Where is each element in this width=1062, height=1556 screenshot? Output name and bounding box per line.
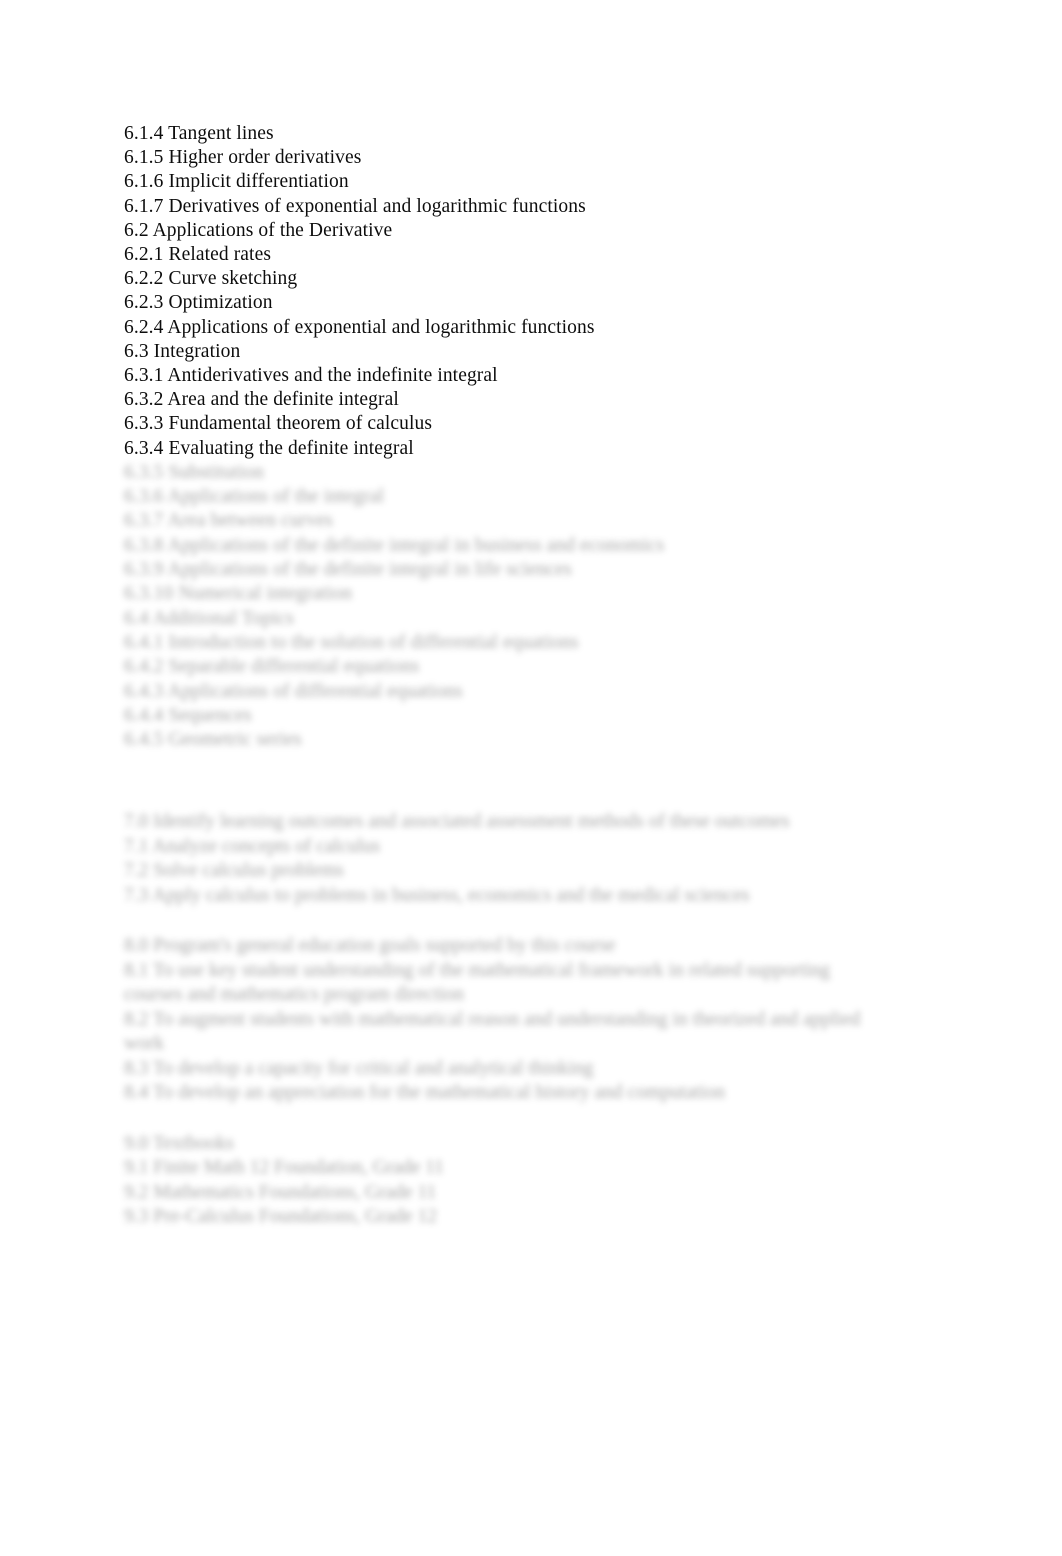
goals-line: 8.1 To use key student understanding of … (124, 959, 831, 1006)
goals-line: 8.2 To augment students with mathematica… (124, 1008, 861, 1055)
outline-line-blurred: 6.3.9 Applications of the definite integ… (124, 559, 572, 581)
outline-line-blurred: 6.4.4 Sequences (124, 704, 252, 726)
outline-line: 6.3.2 Area and the definite integral (124, 389, 399, 411)
outline-line: 6.2 Applications of the Derivative (124, 219, 393, 241)
outline-line: 6.2.1 Related rates (124, 244, 272, 266)
outline-line-blurred: 6.3.7 Area between curves (124, 510, 333, 532)
textbook-line: 9.1 Finite Math 12 Foundation, Grade 11 (124, 1157, 444, 1179)
outline-line-blurred: 6.3.6 Applications of the integral (124, 486, 385, 508)
outline-line-blurred: 6.4.1 Introduction to the solution of di… (124, 631, 579, 653)
outline-line-blurred: 6.3.5 Substitution (124, 461, 264, 483)
outline-line: 6.2.4 Applications of exponential and lo… (124, 316, 595, 338)
outcomes-line: 7.3 Apply calculus to problems in busine… (124, 884, 750, 906)
outline-line-blurred: 6.4.3 Applications of differential equat… (124, 680, 463, 702)
goals-line: 8.0 Program's general education goals su… (124, 935, 616, 957)
outline-line: 6.3.4 Evaluating the definite integral (124, 437, 414, 459)
textbooks-block: 9.0 Textbooks 9.1 Finite Math 12 Foundat… (124, 1132, 884, 1230)
general-education-goals-block: 8.0 Program's general education goals su… (124, 934, 884, 1106)
learning-outcomes-block: 7.0 Identify learning outcomes and assoc… (124, 810, 884, 908)
course-outline-sharp: 6.1.4 Tangent lines 6.1.5 Higher order d… (124, 122, 924, 461)
textbook-line: 9.3 Pre-Calculus Foundations, Grade 12 (124, 1206, 438, 1228)
outline-line-blurred: 6.3.8 Applications of the definite integ… (124, 534, 665, 556)
outline-line: 6.3 Integration (124, 340, 241, 362)
outline-line: 6.1.6 Implicit differentiation (124, 171, 349, 193)
outcomes-line: 7.0 Identify learning outcomes and assoc… (124, 811, 790, 833)
outline-line: 6.2.3 Optimization (124, 292, 273, 314)
outline-line-blurred: 6.4 Additional Topics (124, 607, 294, 629)
outcomes-line: 7.2 Solve calculus problems (124, 860, 344, 882)
course-outline-blurred: 6.3.5 Substitution 6.3.6 Applications of… (124, 461, 924, 753)
outline-line: 6.1.4 Tangent lines (124, 123, 274, 144)
outline-line-blurred: 6.3.10 Numerical integration (124, 583, 353, 605)
outline-line: 6.2.2 Curve sketching (124, 268, 298, 290)
outline-line-blurred: 6.4.2 Separable differential equations (124, 656, 420, 678)
goals-line: 8.4 To develop an appreciation for the m… (124, 1082, 725, 1104)
outcomes-line: 7.1 Analyze concepts of calculus (124, 835, 381, 857)
outline-line: 6.1.7 Derivatives of exponential and log… (124, 195, 586, 217)
textbook-line: 9.2 Mathematics Foundations, Grade 11 (124, 1181, 437, 1203)
textbook-line: 9.0 Textbooks (124, 1132, 234, 1154)
document-body: 6.1.4 Tangent lines 6.1.5 Higher order d… (124, 122, 924, 1230)
document-page: 6.1.4 Tangent lines 6.1.5 Higher order d… (0, 0, 1062, 1556)
outline-line-blurred: 6.4.5 Geometric series (124, 729, 302, 751)
outline-line: 6.3.1 Antiderivatives and the indefinite… (124, 365, 498, 387)
outline-line: 6.3.3 Fundamental theorem of calculus (124, 413, 433, 435)
goals-line: 8.3 To develop a capacity for critical a… (124, 1057, 594, 1079)
outline-line: 6.1.5 Higher order derivatives (124, 147, 362, 169)
